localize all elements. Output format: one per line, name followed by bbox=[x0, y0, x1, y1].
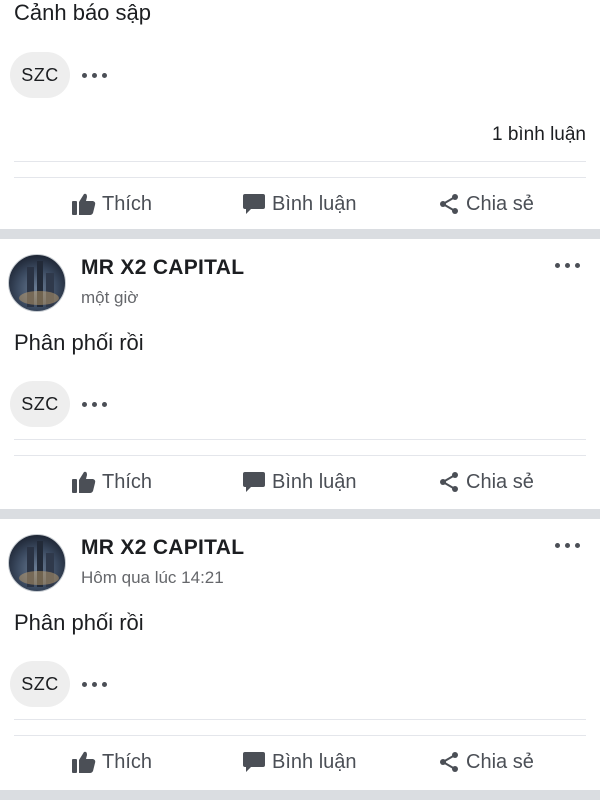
more-options-icon[interactable] bbox=[555, 543, 580, 548]
divider bbox=[14, 161, 586, 162]
action-bar: Thích Bình luận Chia sẻ bbox=[0, 737, 600, 787]
share-button[interactable]: Chia sẻ bbox=[438, 751, 534, 774]
action-bar: Thích Bình luận Chia sẻ bbox=[0, 457, 600, 507]
post-time[interactable]: một giờ bbox=[81, 288, 244, 308]
tag-chip[interactable]: SZC bbox=[10, 381, 70, 427]
post-separator bbox=[0, 509, 600, 519]
comment-bubble-icon bbox=[243, 752, 265, 772]
post-text: Phân phối rồi bbox=[14, 610, 144, 635]
like-button[interactable]: Thích bbox=[72, 193, 152, 216]
post: MR X2 CAPITAL Hôm qua lúc 14:21 Phân phố… bbox=[0, 519, 600, 790]
post: Cảnh báo sập SZC 1 bình luận Thích Bình … bbox=[0, 0, 600, 229]
more-tags-icon[interactable] bbox=[82, 681, 107, 687]
comment-count[interactable]: 1 bình luận bbox=[492, 124, 586, 146]
author-row: MR X2 CAPITAL Hôm qua lúc 14:21 bbox=[8, 534, 244, 592]
share-icon bbox=[440, 194, 458, 214]
divider bbox=[14, 719, 586, 720]
share-icon bbox=[440, 472, 458, 492]
tag-chip[interactable]: SZC bbox=[10, 52, 70, 98]
thumbs-up-icon bbox=[72, 751, 96, 773]
post: MR X2 CAPITAL một giờ Phân phối rồi SZC … bbox=[0, 239, 600, 509]
more-options-icon[interactable] bbox=[555, 263, 580, 268]
share-icon bbox=[440, 752, 458, 772]
tags-row: SZC bbox=[10, 379, 107, 429]
action-bar: Thích Bình luận Chia sẻ bbox=[0, 179, 600, 229]
like-label: Thích bbox=[102, 750, 153, 773]
comment-label: Bình luận bbox=[272, 470, 357, 493]
post-time[interactable]: Hôm qua lúc 14:21 bbox=[81, 568, 244, 588]
post-text: Phân phối rồi bbox=[14, 330, 144, 355]
like-button[interactable]: Thích bbox=[72, 471, 152, 494]
share-label: Chia sẻ bbox=[466, 750, 534, 773]
post-separator bbox=[0, 790, 600, 800]
share-button[interactable]: Chia sẻ bbox=[438, 193, 534, 216]
author-name[interactable]: MR X2 CAPITAL bbox=[81, 256, 244, 280]
share-label: Chia sẻ bbox=[466, 470, 534, 493]
thumbs-up-icon bbox=[72, 193, 96, 215]
post-separator bbox=[0, 229, 600, 239]
more-tags-icon[interactable] bbox=[82, 72, 107, 78]
comment-label: Bình luận bbox=[272, 192, 357, 215]
tags-row: SZC bbox=[10, 50, 107, 100]
comment-button[interactable]: Bình luận bbox=[242, 471, 357, 494]
tags-row: SZC bbox=[10, 659, 107, 709]
avatar[interactable] bbox=[8, 254, 66, 312]
tag-chip[interactable]: SZC bbox=[10, 661, 70, 707]
share-label: Chia sẻ bbox=[466, 192, 534, 215]
avatar[interactable] bbox=[8, 534, 66, 592]
author-name[interactable]: MR X2 CAPITAL bbox=[81, 536, 244, 560]
share-button[interactable]: Chia sẻ bbox=[438, 471, 534, 494]
post-text: Cảnh báo sập bbox=[14, 0, 151, 25]
thumbs-up-icon bbox=[72, 471, 96, 493]
like-label: Thích bbox=[102, 192, 153, 215]
more-tags-icon[interactable] bbox=[82, 401, 107, 407]
like-label: Thích bbox=[102, 470, 153, 493]
author-row: MR X2 CAPITAL một giờ bbox=[8, 254, 244, 312]
divider bbox=[14, 735, 586, 736]
divider bbox=[14, 177, 586, 178]
comment-button[interactable]: Bình luận bbox=[242, 751, 357, 774]
comment-bubble-icon bbox=[243, 194, 265, 214]
comment-button[interactable]: Bình luận bbox=[242, 193, 357, 216]
divider bbox=[14, 455, 586, 456]
comment-label: Bình luận bbox=[272, 750, 357, 773]
divider bbox=[14, 439, 586, 440]
like-button[interactable]: Thích bbox=[72, 751, 152, 774]
comment-bubble-icon bbox=[243, 472, 265, 492]
